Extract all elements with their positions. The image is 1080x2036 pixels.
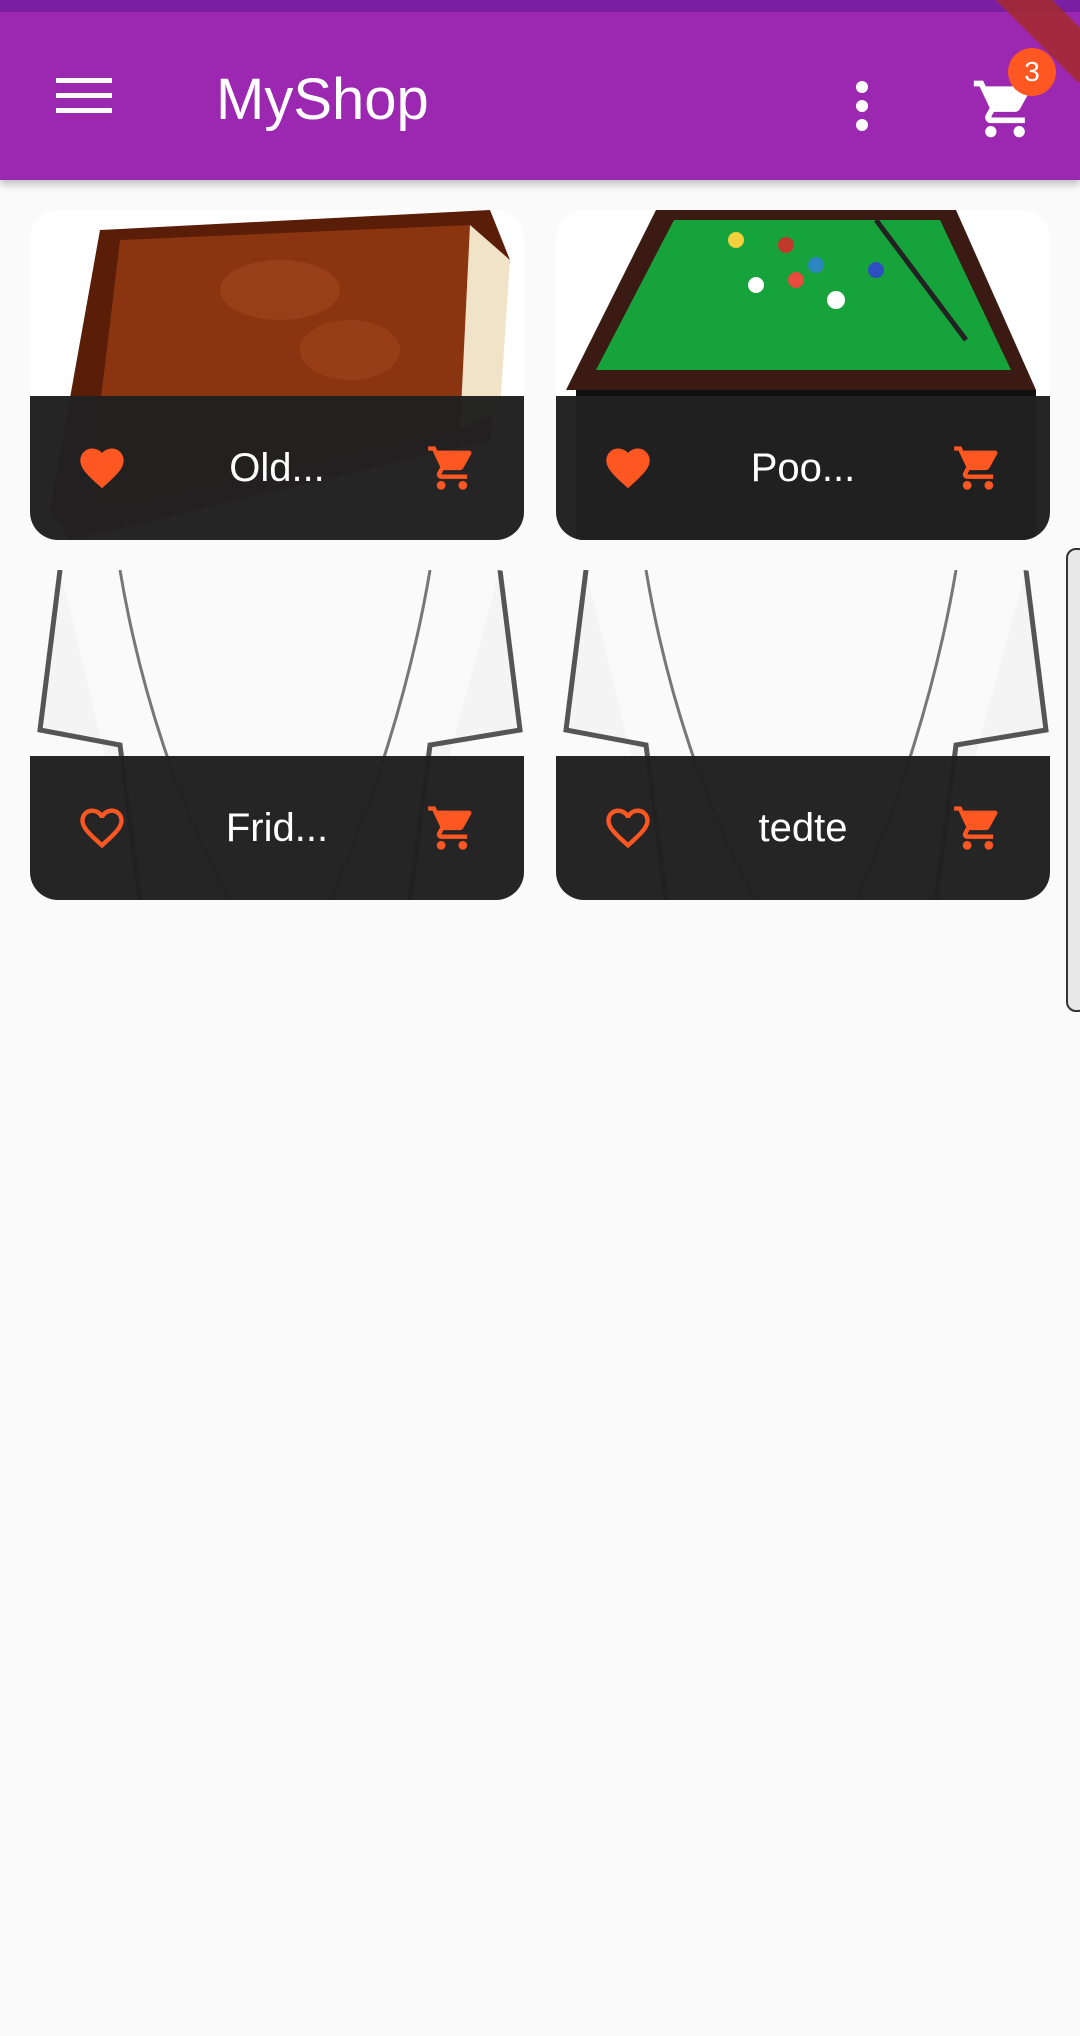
add-to-cart-button[interactable]	[420, 796, 484, 860]
app-bar: MyShop 3	[0, 0, 1080, 180]
product-title: Frid...	[225, 805, 329, 850]
product-card-footer: Old...	[30, 396, 524, 540]
product-title: tedte	[758, 805, 848, 850]
favorite-button[interactable]	[596, 436, 660, 500]
scrollbar-thumb[interactable]	[1066, 548, 1080, 1012]
more-vert-icon	[856, 81, 868, 131]
product-card[interactable]: Poo...	[556, 210, 1050, 540]
product-card[interactable]: Frid...	[30, 570, 524, 900]
add-to-cart-button[interactable]	[946, 436, 1010, 500]
heart-outline-icon	[606, 808, 650, 849]
add-to-cart-icon	[954, 446, 998, 490]
product-card[interactable]: tedte	[556, 570, 1050, 900]
product-card-footer: Frid...	[30, 756, 524, 900]
heart-filled-icon	[606, 448, 650, 489]
product-card-footer: tedte	[556, 756, 1050, 900]
add-to-cart-icon	[428, 806, 472, 850]
favorite-button[interactable]	[70, 796, 134, 860]
product-title: Old...	[229, 445, 325, 490]
add-to-cart-icon	[954, 806, 998, 850]
menu-button[interactable]	[40, 56, 128, 136]
heart-filled-icon	[80, 448, 124, 489]
product-card[interactable]: Old...	[30, 210, 524, 540]
add-to-cart-icon	[428, 446, 472, 490]
app-title: MyShop	[216, 67, 429, 132]
add-to-cart-button[interactable]	[420, 436, 484, 500]
more-options-button[interactable]	[830, 56, 894, 156]
favorite-button[interactable]	[596, 796, 660, 860]
favorite-button[interactable]	[70, 436, 134, 500]
heart-outline-icon	[80, 808, 124, 849]
add-to-cart-button[interactable]	[946, 796, 1010, 860]
product-title: Poo...	[750, 445, 856, 490]
cart-count-badge: 3	[1008, 48, 1056, 96]
status-bar	[0, 0, 1080, 12]
menu-icon	[56, 78, 112, 113]
product-card-footer: Poo...	[556, 396, 1050, 540]
